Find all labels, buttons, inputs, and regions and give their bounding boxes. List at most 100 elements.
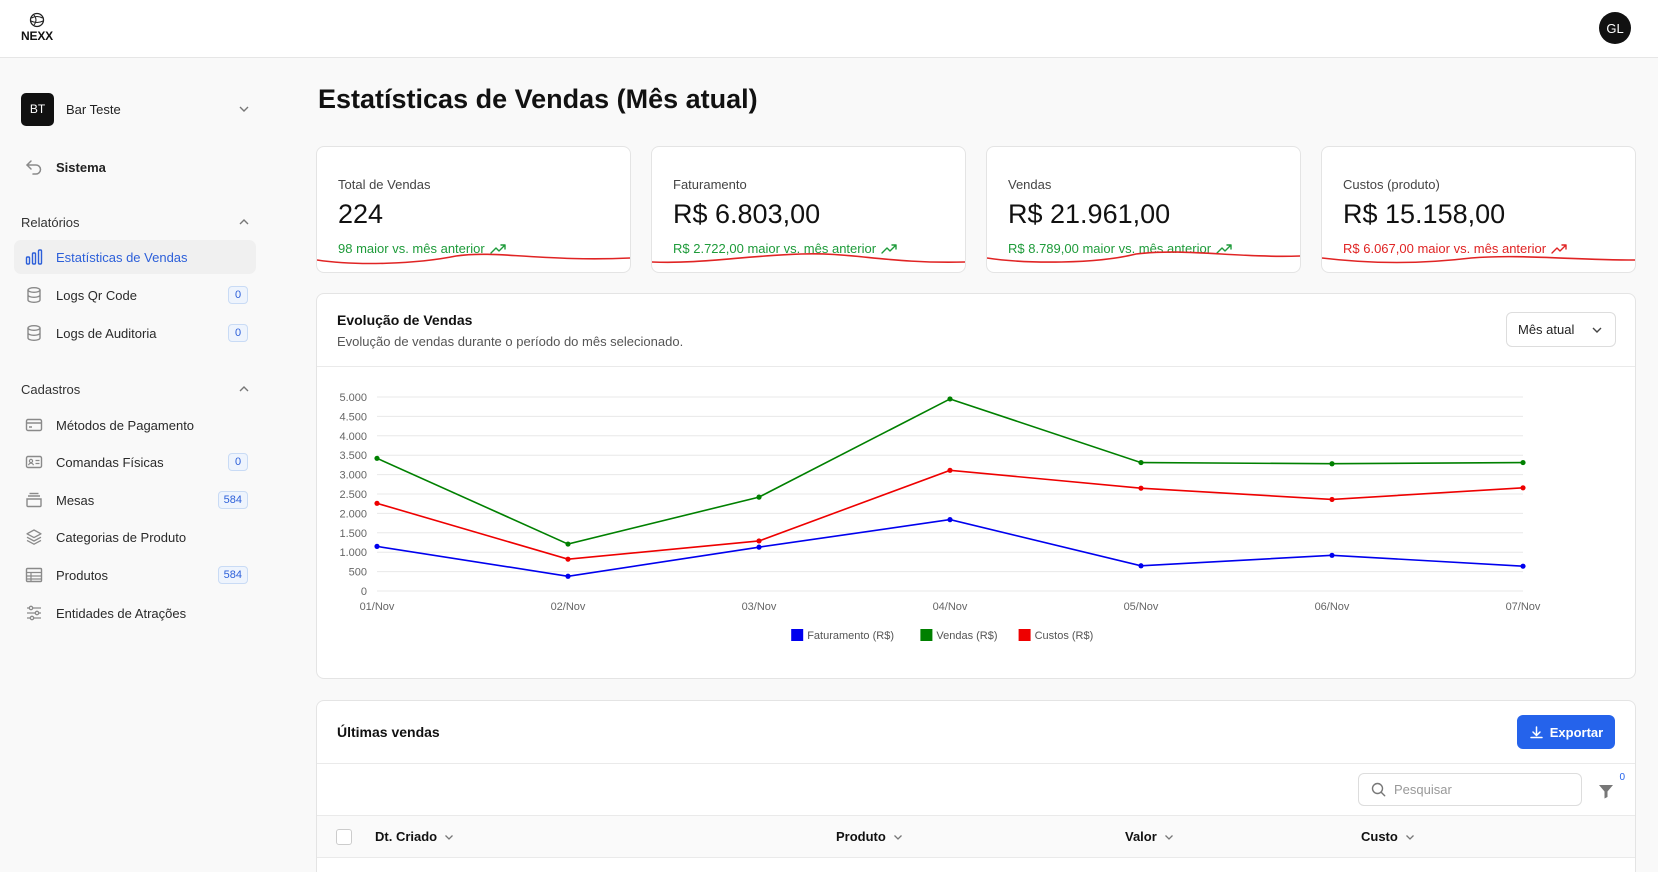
sidebar-item-categorias-de-produto[interactable]: Categorias de Produto xyxy=(14,520,256,554)
section-title: Cadastros xyxy=(21,381,81,397)
legend-label: Custos (R$) xyxy=(1035,630,1094,642)
section-header-cadastros[interactable]: Cadastros xyxy=(21,379,251,399)
data-point xyxy=(1138,485,1144,491)
sidebar-item-mesas[interactable]: Mesas 584 xyxy=(14,483,256,517)
export-button[interactable]: Exportar xyxy=(1517,715,1615,749)
period-select[interactable]: Mês atual xyxy=(1506,312,1616,347)
sidebar-item-label: Produtos xyxy=(56,567,109,583)
filter-button[interactable]: 0 xyxy=(1595,772,1625,802)
stat-label: Vendas xyxy=(1008,177,1052,192)
section-header-relatorios[interactable]: Relatórios xyxy=(21,212,251,232)
y-tick-label: 2.500 xyxy=(339,489,367,501)
search-input[interactable] xyxy=(1394,782,1554,797)
sidebar-item-logs-de-auditoria[interactable]: Logs de Auditoria 0 xyxy=(14,316,256,350)
y-tick-label: 1.000 xyxy=(339,547,367,559)
sales-line-chart: 0 500 1.000 1.500 2.000 2.500 3.000 3.500 4.000 4… xyxy=(339,392,1540,642)
sidebar-item-label: Entidades de Atrações xyxy=(56,605,187,621)
brand-logo[interactable]: NEXX xyxy=(20,12,54,43)
x-tick-label: 01/Nov xyxy=(360,601,395,613)
x-tick-label: 04/Nov xyxy=(933,601,968,613)
y-tick-label: 500 xyxy=(349,567,367,579)
period-select-value: Mês atual xyxy=(1518,322,1575,337)
data-point xyxy=(374,455,380,461)
data-point xyxy=(565,556,571,562)
data-point xyxy=(1520,563,1526,569)
data-point xyxy=(374,543,380,549)
stat-value: 224 xyxy=(338,199,384,229)
credit-card-icon xyxy=(24,415,44,435)
stat-value: R$ 6.803,00 xyxy=(673,199,821,229)
sidebar-item-logs-qr-code[interactable]: Logs Qr Code 0 xyxy=(14,278,256,312)
column-header-valor[interactable]: Valor xyxy=(1125,829,1175,844)
sidebar-item-label: Sistema xyxy=(56,159,106,175)
table-header: Dt. Criado Produto Valor Custo xyxy=(317,816,1635,858)
stat-sparkline xyxy=(1322,255,1635,264)
download-icon xyxy=(1530,725,1543,738)
count-badge: 584 xyxy=(217,566,248,584)
bar-chart-icon xyxy=(24,247,44,267)
table-icon xyxy=(24,565,44,585)
sidebar-item-label: Logs de Auditoria xyxy=(56,325,157,341)
search-icon xyxy=(1371,782,1386,797)
sidebar: BT Bar Teste Sistema Relatórios Estatíst… xyxy=(0,58,272,872)
legend-label: Faturamento (R$) xyxy=(807,630,894,642)
x-tick-label: 03/Nov xyxy=(742,601,777,613)
x-tick-label: 02/Nov xyxy=(551,601,586,613)
x-tick-label: 05/Nov xyxy=(1124,601,1159,613)
stat-card-custos: Custos (produto) R$ 15.158,00 R$ 6.067,0… xyxy=(1321,146,1636,273)
latest-sales-title: Últimas vendas xyxy=(337,724,440,740)
filter-icon xyxy=(1599,785,1613,799)
chart-card: Evolução de Vendas Evolução de vendas du… xyxy=(316,293,1636,679)
database-icon xyxy=(24,285,44,305)
layers-icon xyxy=(24,527,44,547)
sliders-icon xyxy=(24,603,44,623)
divider xyxy=(317,763,1635,764)
select-all-checkbox[interactable] xyxy=(336,829,352,845)
user-avatar[interactable]: GL xyxy=(1599,12,1631,44)
sidebar-item-label: Categorias de Produto xyxy=(56,529,187,545)
stat-sparkline xyxy=(652,252,965,264)
latest-sales-card: Últimas vendas Exportar 0 Dt. Criado Pro… xyxy=(316,700,1636,872)
y-tick-label: 3.500 xyxy=(339,450,367,462)
y-tick-label: 2.000 xyxy=(339,508,367,520)
data-point xyxy=(1520,459,1526,466)
org-switcher[interactable]: BT Bar Teste xyxy=(21,92,251,126)
data-point xyxy=(756,538,762,544)
sidebar-item-label: Métodos de Pagamento xyxy=(56,417,195,433)
y-tick-label: 1.500 xyxy=(339,528,367,540)
data-point xyxy=(565,541,571,547)
section-title: Relatórios xyxy=(21,214,80,230)
id-card-icon xyxy=(24,452,44,472)
chart-subtitle: Evolução de vendas durante o período do … xyxy=(337,334,684,349)
y-tick-label: 5.000 xyxy=(339,392,367,404)
chevron-down-icon xyxy=(239,106,249,112)
legend-swatch xyxy=(1018,629,1031,641)
column-header-produto[interactable]: Produto xyxy=(836,829,904,844)
legend-label: Vendas (R$) xyxy=(936,630,997,642)
stat-sparkline xyxy=(987,251,1300,263)
sidebar-item-metodos-de-pagamento[interactable]: Métodos de Pagamento xyxy=(14,408,256,442)
data-point xyxy=(565,573,571,579)
sidebar-item-sistema[interactable]: Sistema xyxy=(14,150,256,184)
chevron-down-icon xyxy=(1405,834,1414,840)
data-point xyxy=(1329,461,1335,467)
undo-arrow-icon xyxy=(24,157,44,177)
column-header-custo[interactable]: Custo xyxy=(1361,829,1416,844)
sidebar-item-produtos[interactable]: Produtos 584 xyxy=(14,558,256,592)
y-tick-label: 0 xyxy=(361,586,367,598)
sidebar-item-label: Logs Qr Code xyxy=(56,287,137,303)
sidebar-item-estatisticas-de-vendas[interactable]: Estatísticas de Vendas xyxy=(14,240,256,274)
brand-name: NEXX xyxy=(21,29,53,43)
count-badge: 0 xyxy=(228,286,248,304)
export-button-label: Exportar xyxy=(1549,724,1604,740)
stat-value: R$ 21.961,00 xyxy=(1008,199,1171,229)
column-header-label: Dt. Criado xyxy=(375,829,438,844)
column-header-dt-criado[interactable]: Dt. Criado xyxy=(375,829,455,844)
filter-count: 0 xyxy=(1619,772,1625,783)
layers-box-icon xyxy=(24,490,44,510)
column-header-label: Custo xyxy=(1361,829,1398,844)
data-point xyxy=(1138,459,1144,466)
sidebar-item-entidades-de-atracoes[interactable]: Entidades de Atrações xyxy=(14,596,256,630)
sidebar-item-comandas-fisicas[interactable]: Comandas Físicas 0 xyxy=(14,445,256,479)
y-tick-label: 4.000 xyxy=(339,431,367,443)
